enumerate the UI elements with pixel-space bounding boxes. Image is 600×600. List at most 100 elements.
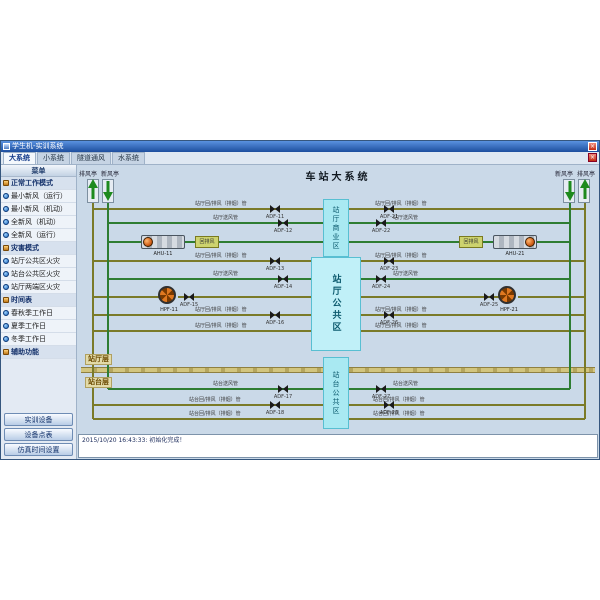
sidebar-item-hall-ends-fire[interactable]: 站厅两端区火灾 <box>1 281 76 294</box>
mode-icon <box>3 206 9 212</box>
ahu-unit-left[interactable] <box>141 235 185 249</box>
sidebar-item-summer-workday[interactable]: 夏季工作日 <box>1 320 76 333</box>
damper[interactable]: ADF-11 <box>270 205 280 213</box>
damper[interactable]: ADF-22 <box>376 219 386 227</box>
damper[interactable]: ADF-14 <box>278 275 288 283</box>
tab-tunnel-ventilation[interactable]: 隧道通风 <box>71 152 111 164</box>
exit-icon[interactable]: × <box>588 153 597 162</box>
sidebar-item-full-fresh-standby[interactable]: 全新风（机动） <box>1 216 76 229</box>
training-device-button[interactable]: 实训设备 <box>4 413 73 426</box>
sidebar-item-hall-public-fire[interactable]: 站厅公共区火灾 <box>1 255 76 268</box>
app-icon <box>3 143 10 150</box>
tab-small-system[interactable]: 小系统 <box>37 152 70 164</box>
title-bar: 学生机-实训系统 × <box>1 141 599 152</box>
damper-tag: ADF-18 <box>263 410 287 416</box>
sim-time-settings-button[interactable]: 仿真时间设置 <box>4 443 73 456</box>
sidebar-group-normal-mode[interactable]: 正常工作模式 <box>1 177 76 190</box>
mode-icon <box>3 284 9 290</box>
sidebar-item-label: 冬季工作日 <box>11 334 46 344</box>
sidebar-group-auxiliary[interactable]: 辅助功能 <box>1 346 76 359</box>
desktop: 学生机-实训系统 × 大系统 小系统 隧道通风 水系统 × 菜单 正常工作模式 … <box>0 0 600 600</box>
damper[interactable]: ADF-18 <box>270 401 280 409</box>
close-icon[interactable]: × <box>588 142 597 151</box>
tab-big-system[interactable]: 大系统 <box>3 152 36 164</box>
zone-hall-public: 站厅公共区 <box>311 257 361 351</box>
zone-label: 站台公共区 <box>331 371 341 416</box>
return-air-box-right[interactable]: 回排风 <box>459 236 483 248</box>
duct-label: 站厅送风管 <box>213 271 238 277</box>
sidebar-item-label: 全新风（运行） <box>11 230 60 240</box>
damper-tag: ADF-23 <box>377 266 401 272</box>
duct-label: 站台回/排风（排烟）管 <box>189 411 241 417</box>
damper-icon <box>270 311 280 319</box>
sidebar-item-label: 最小新风（机动） <box>11 204 67 214</box>
sidebar-item-full-fresh-run[interactable]: 全新风（运行） <box>1 229 76 242</box>
damper[interactable]: ADF-23 <box>384 257 394 265</box>
duct-label: 站台送风管 <box>213 381 238 387</box>
sidebar-item-label: 夏季工作日 <box>11 321 46 331</box>
folder-icon <box>3 180 9 186</box>
damper[interactable]: ADF-28 <box>384 401 394 409</box>
platform-floor-label: 站台层 <box>85 377 112 388</box>
shaft-right-exhaust <box>578 179 590 203</box>
damper[interactable]: ADF-16 <box>270 311 280 319</box>
shaft-label-right-exhaust: 排风亭 <box>577 169 595 178</box>
window-title: 学生机-实训系统 <box>12 141 588 152</box>
return-air-box-left[interactable]: 回排风 <box>195 236 219 248</box>
damper[interactable]: ADF-13 <box>270 257 280 265</box>
diagram-area: 站厅商业区 站厅公共区 站台公共区 <box>77 165 599 433</box>
sidebar-item-label: 正常工作模式 <box>11 178 53 188</box>
tab-water-system[interactable]: 水系统 <box>112 152 145 164</box>
fan-icon <box>143 237 153 247</box>
damper-icon <box>270 257 280 265</box>
damper-icon <box>278 275 288 283</box>
shaft-left-exhaust <box>87 179 99 203</box>
hall-floor-label: 站厅层 <box>85 354 112 365</box>
duct-label: 站台送风管 <box>393 381 418 387</box>
damper-tag: ADF-28 <box>377 410 401 416</box>
damper-icon <box>484 293 494 301</box>
sidebar-item-spring-autumn-workday[interactable]: 春秋季工作日 <box>1 307 76 320</box>
damper-tag: ADF-17 <box>271 394 295 400</box>
duct-label: 站厅回/排风（排烟）管 <box>375 201 427 207</box>
sidebar-group-disaster-mode[interactable]: 灾害模式 <box>1 242 76 255</box>
damper-tag: ADF-16 <box>263 320 287 326</box>
damper-icon <box>270 401 280 409</box>
damper[interactable]: ADF-27 <box>376 385 386 393</box>
sidebar-item-platform-public-fire[interactable]: 站台公共区火灾 <box>1 268 76 281</box>
duct-label: 站厅回/排风（排烟）管 <box>195 307 247 313</box>
ahu-unit-right[interactable] <box>493 235 537 249</box>
device-point-table-button[interactable]: 设备点表 <box>4 428 73 441</box>
folder-icon <box>3 349 9 355</box>
log-panel[interactable]: 2015/10/20 16:43:33: 初始化完成！ <box>78 434 598 458</box>
equipment-tag: HPF-21 <box>487 307 531 313</box>
shaft-label-left-fresh: 新风亭 <box>101 169 119 178</box>
sidebar-group-schedule[interactable]: 时间表 <box>1 294 76 307</box>
sidebar-item-label: 站厅两端区火灾 <box>11 282 60 292</box>
mode-icon <box>3 271 9 277</box>
damper[interactable]: ADF-15 <box>184 293 194 301</box>
damper-icon <box>376 385 386 393</box>
damper-icon <box>278 385 288 393</box>
sidebar-item-winter-workday[interactable]: 冬季工作日 <box>1 333 76 346</box>
sidebar-item-min-fresh-standby[interactable]: 最小新风（机动） <box>1 203 76 216</box>
equipment-tag: HPF-11 <box>147 307 191 313</box>
sidebar-item-label: 全新风（机动） <box>11 217 60 227</box>
sidebar-button-group: 实训设备 设备点表 仿真时间设置 <box>1 411 76 459</box>
damper[interactable]: ADF-25 <box>484 293 494 301</box>
return-exhaust-fan-left[interactable] <box>158 286 176 304</box>
damper[interactable]: ADF-17 <box>278 385 288 393</box>
tab-bar: 大系统 小系统 隧道通风 水系统 × <box>1 152 599 165</box>
sidebar-header: 菜单 <box>1 165 76 177</box>
sidebar: 菜单 正常工作模式 最小新风（运行） 最小新风（机动） 全新风（机动） 全新风（… <box>1 165 77 459</box>
return-exhaust-fan-right[interactable] <box>498 286 516 304</box>
zone-label: 站厅商业区 <box>331 206 341 251</box>
sidebar-item-min-fresh-run[interactable]: 最小新风（运行） <box>1 190 76 203</box>
mode-icon <box>3 336 9 342</box>
damper[interactable]: ADF-24 <box>376 275 386 283</box>
zone-label: 站厅公共区 <box>330 274 343 334</box>
damper[interactable]: ADF-26 <box>384 311 394 319</box>
damper-icon <box>376 219 386 227</box>
damper[interactable]: ADF-21 <box>384 205 394 213</box>
damper[interactable]: ADF-12 <box>278 219 288 227</box>
